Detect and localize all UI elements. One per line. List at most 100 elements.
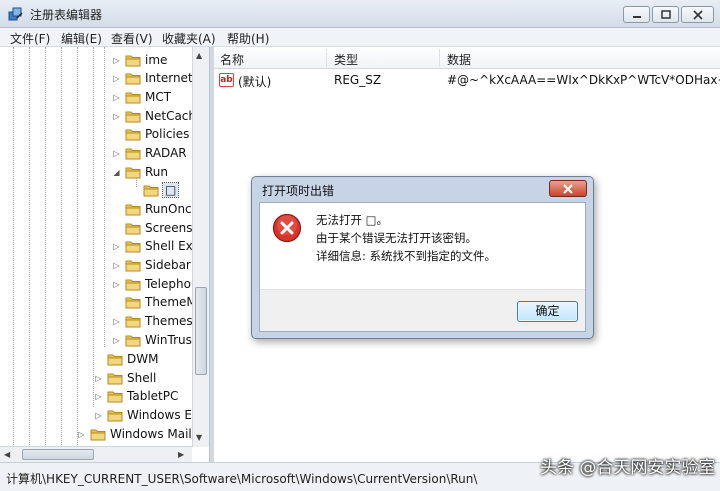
tree-vertical-thumb[interactable]: [195, 287, 207, 375]
expand-arrow-icon[interactable]: ▷: [112, 149, 121, 158]
tree-node[interactable]: ◢ Run: [112, 163, 168, 181]
tree-node[interactable]: ▷ Shell: [94, 369, 156, 387]
tree-node[interactable]: ▷ Windows Er: [94, 406, 196, 424]
registry-tree[interactable]: ▷ ime ▷ Internet ▷ MCT ▷ NetCach Policies ▷ RADAR ◢…: [0, 47, 210, 462]
string-value-icon: ab: [219, 73, 234, 87]
collapse-arrow-icon[interactable]: ◢: [112, 168, 121, 177]
expand-arrow-icon: [94, 355, 103, 364]
minimize-button[interactable]: [623, 6, 650, 23]
tree-node-label: □: [161, 182, 180, 198]
folder-icon: [107, 372, 123, 385]
expand-arrow-icon[interactable]: ▷: [94, 411, 103, 420]
tree-node-label: Themes: [145, 314, 193, 328]
error-dialog[interactable]: 打开项时出错 无法打开 □。 由于某个错误无法打开该密钥。 详细信息: 系统找不…: [251, 176, 594, 339]
tree-node[interactable]: ▷ Themes: [112, 312, 193, 330]
tree-guide-line: [61, 47, 62, 447]
close-icon: [563, 183, 573, 194]
column-divider[interactable]: [326, 49, 327, 67]
tree-node[interactable]: ▷ Shell Exte: [112, 237, 204, 255]
expand-arrow-icon[interactable]: ▷: [112, 242, 121, 251]
menu-favorites[interactable]: 收藏夹(A): [162, 30, 216, 47]
tree-node[interactable]: ▷ MCT: [112, 88, 171, 106]
expand-arrow-icon[interactable]: ▷: [112, 336, 121, 345]
dialog-footer: 确定: [260, 289, 585, 331]
tree-node[interactable]: ▷ TabletPC: [94, 387, 178, 405]
folder-icon: [90, 428, 106, 441]
expand-arrow-icon: [130, 186, 139, 195]
tree-node-label: Run: [145, 165, 169, 179]
tree-vertical-scrollbar[interactable]: ▲ ▼: [192, 47, 209, 447]
dialog-title: 打开项时出错: [262, 184, 335, 198]
tree-node[interactable]: ThemeM: [112, 293, 197, 311]
tree-node-label: RunOnce: [145, 202, 200, 216]
tree-guide-line: [29, 47, 30, 447]
folder-icon: [125, 147, 141, 160]
minimize-icon: [632, 15, 641, 18]
tree-node[interactable]: □: [130, 181, 180, 199]
tree-horizontal-scrollbar[interactable]: ◀ ▶: [0, 446, 192, 462]
window-title: 注册表编辑器: [30, 8, 103, 22]
current-key-path: 计算机\HKEY_CURRENT_USER\Software\Microsoft…: [6, 472, 478, 486]
tree-node[interactable]: ▷ ime: [112, 51, 167, 69]
expand-arrow-icon[interactable]: ▷: [112, 280, 121, 289]
tree-guide-line: [77, 47, 78, 447]
tree-node[interactable]: ▷ Sidebar: [112, 256, 191, 274]
expand-arrow-icon[interactable]: ▷: [112, 93, 121, 102]
folder-icon: [125, 203, 141, 216]
tree-node[interactable]: RunOnce: [112, 200, 199, 218]
menu-bar: 文件(F) 编辑(E) 查看(V) 收藏夹(A) 帮助(H): [0, 28, 720, 47]
expand-arrow-icon[interactable]: ▷: [112, 261, 121, 270]
ok-button[interactable]: 确定: [517, 301, 578, 322]
title-bar[interactable]: 注册表编辑器: [0, 0, 720, 28]
tree-node[interactable]: ▷ Telephor: [112, 275, 196, 293]
expand-arrow-icon[interactable]: ▷: [112, 317, 121, 326]
tree-node-label: ime: [145, 53, 168, 67]
tree-node-label: ThemeM: [145, 295, 197, 309]
tree-node[interactable]: ▷ Windows Mail: [77, 425, 191, 443]
folder-icon: [125, 334, 141, 347]
value-data: #@~^kXcAAA==WIx^DkKxP^WTcV*ODHax+…: [447, 73, 720, 87]
maximize-button[interactable]: [652, 6, 679, 23]
tree-node[interactable]: ▷ NetCach: [112, 107, 196, 125]
expand-arrow-icon[interactable]: ▷: [94, 392, 103, 401]
column-name[interactable]: 名称: [220, 51, 244, 68]
tree-node-label: Telephor: [145, 277, 196, 291]
close-button[interactable]: [681, 6, 714, 23]
registry-editor-icon: [8, 6, 24, 22]
menu-help[interactable]: 帮助(H): [227, 30, 269, 47]
expand-arrow-icon[interactable]: ▷: [77, 430, 86, 439]
tree-node-label: Shell: [127, 371, 157, 385]
expand-arrow-icon: [112, 298, 121, 307]
column-header: 名称 类型 数据: [214, 47, 720, 69]
tree-horizontal-thumb[interactable]: [22, 449, 94, 460]
tree-node-label: Sidebar: [145, 258, 191, 272]
expand-arrow-icon[interactable]: ▷: [112, 74, 121, 83]
tree-node[interactable]: ▷ Internet: [112, 69, 192, 87]
menu-edit[interactable]: 编辑(E): [61, 30, 102, 47]
expand-arrow-icon[interactable]: ▷: [112, 56, 121, 65]
column-data[interactable]: 数据: [447, 51, 471, 68]
menu-file[interactable]: 文件(F): [10, 30, 50, 47]
dialog-body: 无法打开 □。 由于某个错误无法打开该密钥。 详细信息: 系统找不到指定的文件。…: [259, 202, 586, 332]
tree-node[interactable]: DWM: [94, 350, 158, 368]
tree-node[interactable]: Screensa: [112, 219, 200, 237]
folder-icon: [125, 315, 141, 328]
tree-node[interactable]: ▷ RADAR: [112, 144, 186, 162]
menu-view[interactable]: 查看(V): [111, 30, 153, 47]
scroll-left-icon[interactable]: ◀: [4, 450, 10, 459]
scroll-down-icon[interactable]: ▼: [196, 433, 202, 442]
tree-node[interactable]: Policies: [112, 125, 189, 143]
expand-arrow-icon: [112, 205, 121, 214]
scroll-right-icon[interactable]: ▶: [178, 450, 184, 459]
tree-node-label: TabletPC: [127, 389, 179, 403]
column-divider[interactable]: [439, 49, 440, 67]
folder-icon: [125, 296, 141, 309]
column-type[interactable]: 类型: [334, 51, 358, 68]
expand-arrow-icon[interactable]: ▷: [112, 112, 121, 121]
expand-arrow-icon[interactable]: ▷: [94, 374, 103, 383]
dialog-close-button[interactable]: [549, 180, 587, 197]
tree-node[interactable]: ▷ WinTrust: [112, 331, 196, 349]
close-icon: [692, 9, 703, 20]
dialog-title-bar[interactable]: 打开项时出错: [252, 177, 593, 201]
scroll-up-icon[interactable]: ▲: [196, 51, 202, 60]
